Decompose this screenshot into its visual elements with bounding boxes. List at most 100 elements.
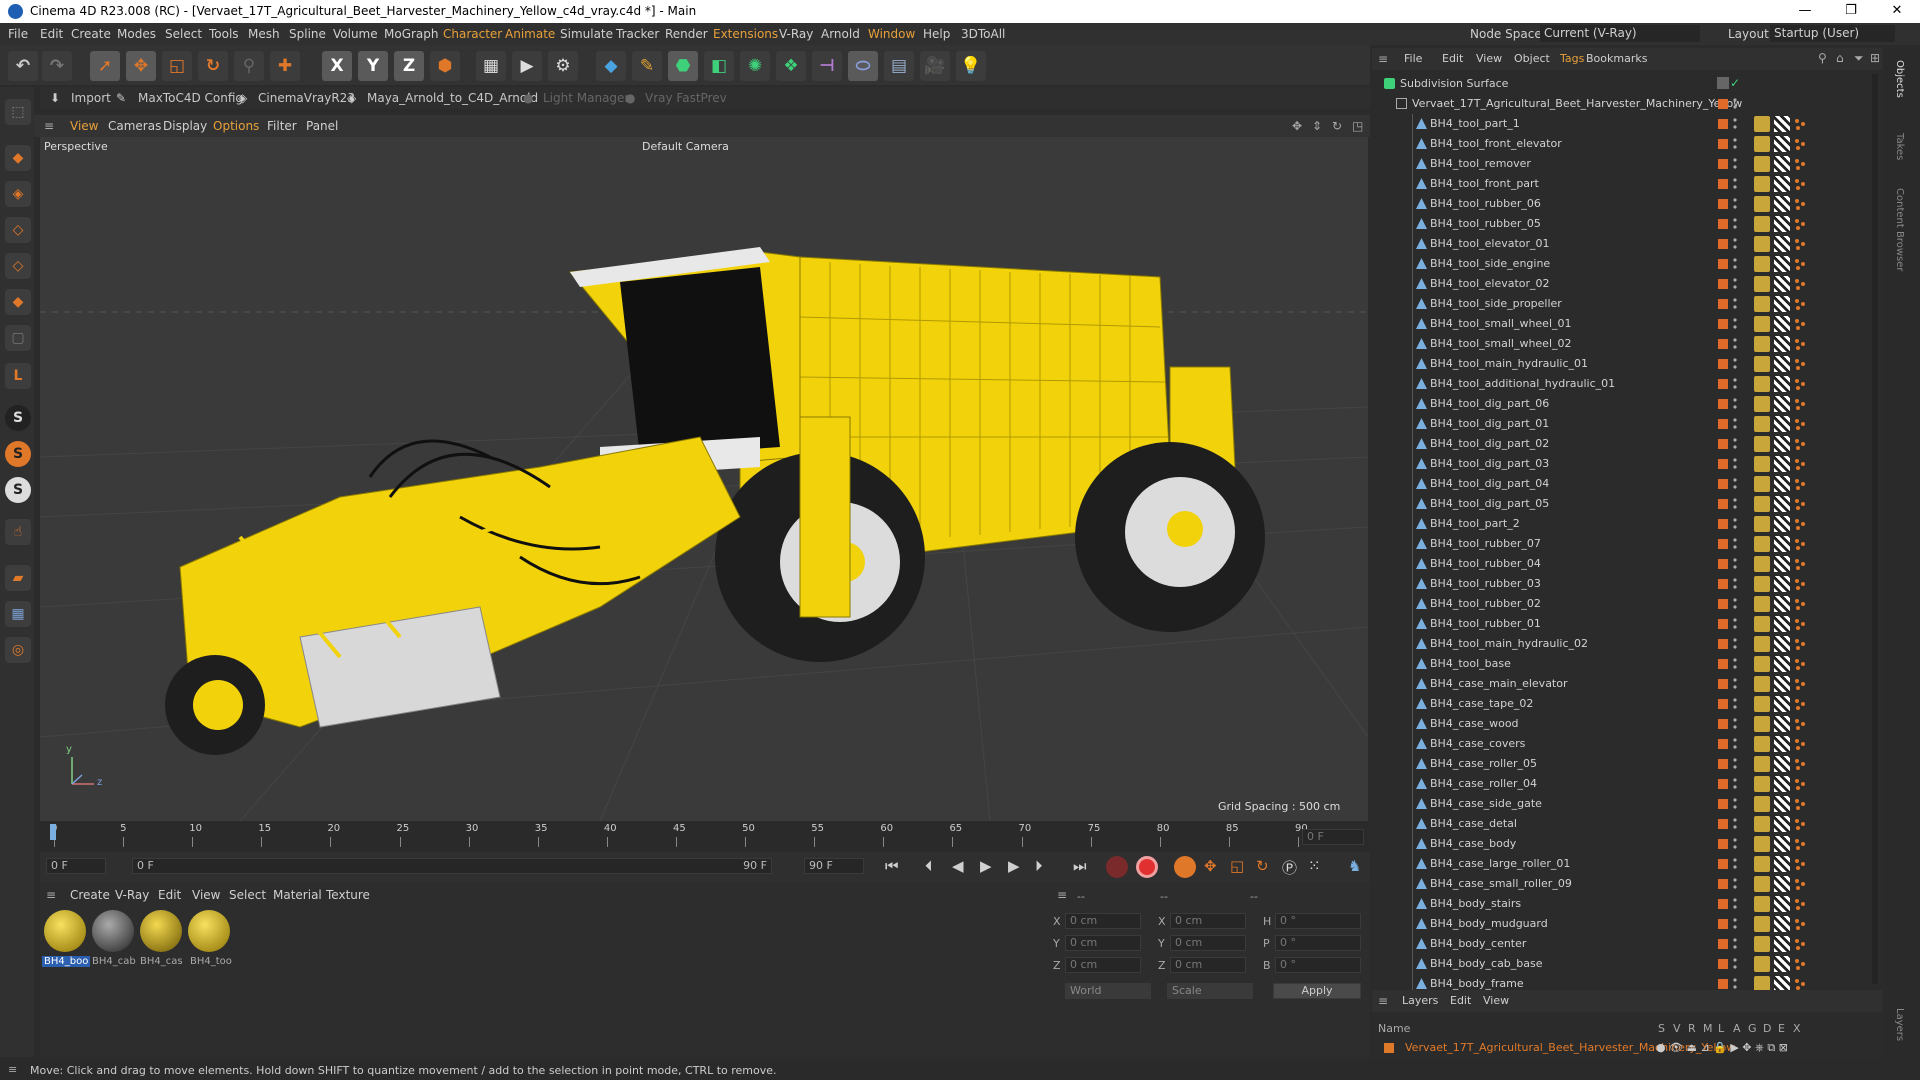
visibility-dots-icon[interactable] (1733, 837, 1737, 851)
layer-column-r[interactable]: R (1688, 1022, 1696, 1035)
rotation-key-icon[interactable]: ↻ (1256, 857, 1269, 875)
visibility-dots-icon[interactable] (1733, 617, 1737, 631)
object-row[interactable]: BH4_tool_remover (1372, 154, 1882, 174)
plugin-maxtoc4d-config[interactable]: MaxToC4D Config (138, 91, 243, 105)
object-menu-object[interactable]: Object (1514, 52, 1550, 65)
phong-tag-icon[interactable] (1794, 978, 1806, 990)
menu-arnold[interactable]: Arnold (821, 27, 860, 41)
menu-animate[interactable]: Animate (505, 27, 555, 41)
phong-tag-icon[interactable] (1794, 498, 1806, 510)
material-tag-icon[interactable] (1754, 916, 1770, 932)
viewport-menu-options[interactable]: Options (213, 119, 259, 133)
material-tag-icon[interactable] (1754, 856, 1770, 872)
layer-column-s[interactable]: S (1658, 1022, 1665, 1035)
visibility-dots-icon[interactable] (1733, 797, 1737, 811)
uvw-tag-icon[interactable] (1774, 616, 1790, 632)
phong-tag-icon[interactable] (1794, 418, 1806, 430)
uvw-tag-icon[interactable] (1774, 136, 1790, 152)
object-row-root[interactable]: Subdivision Surface ✓ (1372, 74, 1882, 94)
object-row[interactable]: BH4_body_stairs (1372, 894, 1882, 914)
menu-mesh[interactable]: Mesh (248, 27, 280, 41)
uvw-tag-icon[interactable] (1774, 216, 1790, 232)
node-space-dropdown[interactable]: Current (V-Ray) (1540, 25, 1700, 42)
visibility-dots-icon[interactable] (1733, 877, 1737, 891)
material-tag-icon[interactable] (1754, 436, 1770, 452)
visibility-dots-icon[interactable] (1733, 257, 1737, 271)
uvw-tag-icon[interactable] (1774, 776, 1790, 792)
visibility-dots-icon[interactable] (1733, 157, 1737, 171)
tab-layers[interactable]: Layers (1894, 1008, 1905, 1041)
goto-end-icon[interactable]: ⏭ (1073, 857, 1087, 875)
object-row[interactable]: BH4_case_small_roller_09 (1372, 874, 1882, 894)
camera-icon[interactable]: 🎥 (920, 51, 950, 81)
tweak-mode-icon[interactable]: ☝ (5, 519, 31, 545)
phong-tag-icon[interactable] (1794, 958, 1806, 970)
material-tag-icon[interactable] (1754, 296, 1770, 312)
menu-vray[interactable]: V-Ray (779, 27, 813, 41)
phong-tag-icon[interactable] (1794, 398, 1806, 410)
material-tag-icon[interactable] (1754, 676, 1770, 692)
position-y-field[interactable]: 0 cm (1065, 935, 1141, 951)
material-tag-icon[interactable] (1754, 576, 1770, 592)
material-swatch-cab[interactable] (92, 910, 134, 952)
uvw-tag-icon[interactable] (1774, 836, 1790, 852)
select-tool-icon[interactable]: ➚ (90, 51, 120, 81)
menu-tools[interactable]: Tools (209, 27, 239, 41)
keyframe-selection-icon[interactable] (1174, 856, 1196, 878)
uvw-tag-icon[interactable] (1774, 296, 1790, 312)
tab-content-browser[interactable]: Content Browser (1894, 188, 1905, 271)
material-menu-create[interactable]: Create (70, 888, 110, 902)
layout-dropdown[interactable]: Startup (User) (1770, 25, 1895, 42)
recent-tool-icon[interactable]: ⚲ (234, 51, 264, 81)
phong-tag-icon[interactable] (1794, 918, 1806, 930)
uvw-tag-icon[interactable] (1774, 416, 1790, 432)
minimize-button[interactable]: — (1782, 0, 1828, 23)
visibility-dots-icon[interactable] (1733, 597, 1737, 611)
plugin-maya-arnold[interactable]: Maya_Arnold_to_C4D_Arnold (367, 91, 538, 105)
object-row[interactable]: BH4_tool_dig_part_06 (1372, 394, 1882, 414)
object-row[interactable]: BH4_tool_small_wheel_02 (1372, 334, 1882, 354)
coordinate-system-icon[interactable]: ⬢ (430, 51, 460, 81)
material-tag-icon[interactable] (1754, 376, 1770, 392)
menu-character[interactable]: Character (443, 27, 502, 41)
cloner-icon[interactable]: ✺ (740, 51, 770, 81)
viewport-menu-icon[interactable]: ≡ (44, 119, 54, 133)
pla-key-icon[interactable]: ⁙ (1308, 857, 1321, 875)
material-tag-icon[interactable] (1754, 776, 1770, 792)
menu-window[interactable]: Window (868, 27, 915, 41)
edges-mode-icon[interactable]: ◇ (5, 253, 31, 279)
material-tag-icon[interactable] (1754, 716, 1770, 732)
material-tag-icon[interactable] (1754, 956, 1770, 972)
tab-takes[interactable]: Takes (1894, 133, 1905, 160)
apply-button[interactable]: Apply (1273, 983, 1361, 999)
uvw-tag-icon[interactable] (1774, 436, 1790, 452)
uvw-tag-icon[interactable] (1774, 636, 1790, 652)
material-tag-icon[interactable] (1754, 236, 1770, 252)
position-x-field[interactable]: 0 cm (1065, 913, 1141, 929)
scale-tool-icon[interactable]: ◱ (162, 51, 192, 81)
visibility-dots-icon[interactable] (1733, 117, 1737, 131)
object-row[interactable]: BH4_tool_elevator_02 (1372, 274, 1882, 294)
visibility-dots-icon[interactable] (1733, 277, 1737, 291)
object-menu-tags[interactable]: Tags (1560, 52, 1584, 65)
visibility-dots-icon[interactable] (1733, 737, 1737, 751)
layer-menu-edit[interactable]: Edit (1450, 994, 1471, 1007)
phong-tag-icon[interactable] (1794, 838, 1806, 850)
axis-z-icon[interactable]: Z (394, 51, 424, 81)
axis-y-icon[interactable]: Y (358, 51, 388, 81)
material-tag-icon[interactable] (1754, 196, 1770, 212)
solo-mode-icon[interactable]: ◎ (5, 637, 31, 663)
object-row[interactable]: BH4_case_main_elevator (1372, 674, 1882, 694)
object-row[interactable]: BH4_tool_main_hydraulic_02 (1372, 634, 1882, 654)
menu-mograph[interactable]: MoGraph (384, 27, 439, 41)
layer-menu-layers[interactable]: Layers (1402, 994, 1438, 1007)
uvw-tag-icon[interactable] (1774, 756, 1790, 772)
material-tag-icon[interactable] (1754, 596, 1770, 612)
material-tag-icon[interactable] (1754, 616, 1770, 632)
visibility-dots-icon[interactable] (1733, 357, 1737, 371)
phong-tag-icon[interactable] (1794, 158, 1806, 170)
uv-mode-icon[interactable]: ▢ (5, 325, 31, 351)
size-mode-dropdown[interactable]: Scale (1167, 983, 1253, 999)
phong-tag-icon[interactable] (1794, 898, 1806, 910)
object-row[interactable]: BH4_tool_rubber_04 (1372, 554, 1882, 574)
